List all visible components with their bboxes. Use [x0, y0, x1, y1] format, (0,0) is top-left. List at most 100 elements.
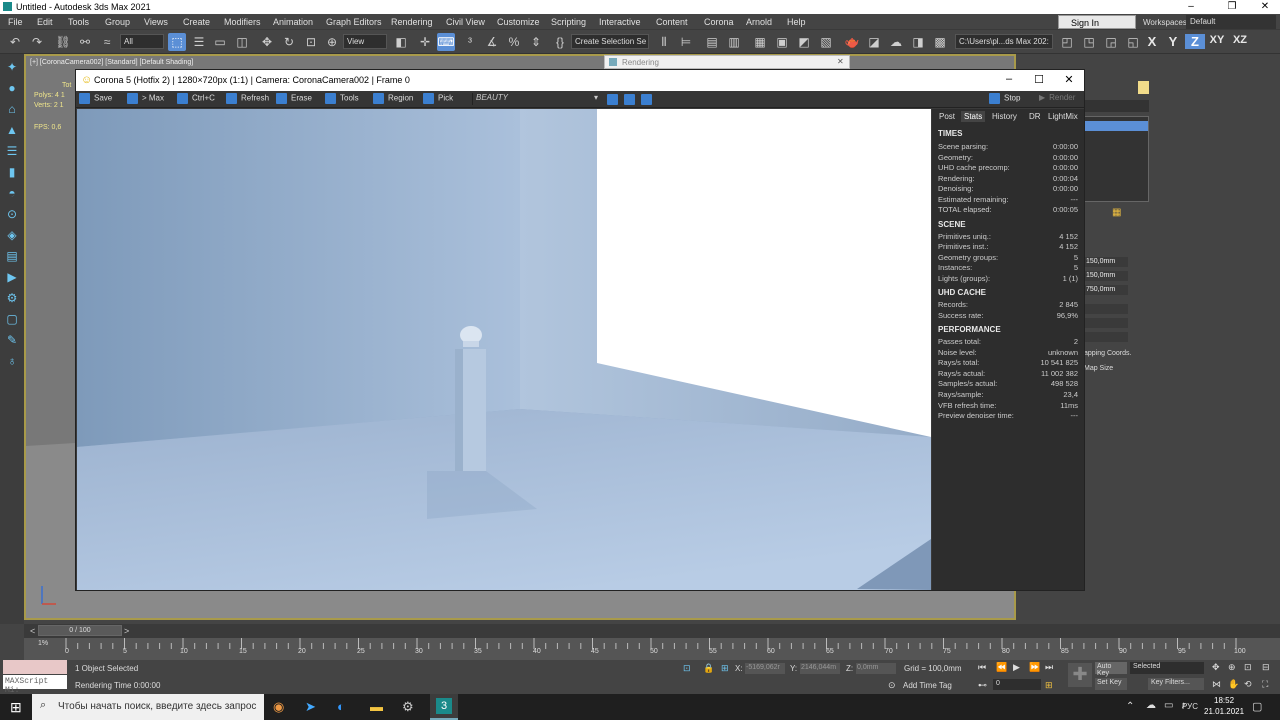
file-explorer-icon[interactable]: ▬: [370, 699, 383, 714]
time-slider[interactable]: 0 / 100: [38, 625, 122, 636]
go-to-start-icon[interactable]: ⏮: [978, 662, 986, 673]
edge-icon[interactable]: ◐: [337, 699, 345, 714]
scale-icon[interactable]: ⊡: [302, 33, 320, 51]
copy-button[interactable]: Ctrl+C: [177, 93, 215, 104]
spinner-snap-icon[interactable]: ⇕: [527, 33, 545, 51]
tab-stats[interactable]: Stats: [961, 111, 986, 122]
menu-animation[interactable]: Animation: [273, 17, 313, 27]
stop-button[interactable]: Stop: [989, 93, 1020, 104]
configure-icon[interactable]: ▦: [1112, 207, 1121, 218]
window-crossing-icon[interactable]: ◫: [233, 33, 251, 51]
render-iterative-icon[interactable]: ◨: [909, 33, 927, 51]
tab-dr[interactable]: DR: [1026, 111, 1044, 122]
3dsmax-taskbar-button[interactable]: 3: [430, 694, 458, 720]
current-frame-field[interactable]: 0: [993, 679, 1041, 690]
panel-dropdown[interactable]: [1084, 100, 1149, 112]
shapes-icon[interactable]: ▲: [4, 123, 20, 139]
maxscript-listener-output[interactable]: [3, 660, 67, 674]
render-image[interactable]: [77, 109, 931, 590]
set-key-button[interactable]: Set Key: [1095, 678, 1127, 690]
minimize-icon[interactable]: –: [1176, 0, 1206, 14]
motion-icon[interactable]: ▶: [4, 270, 20, 286]
maximize-viewport-icon[interactable]: ⛶: [1262, 679, 1268, 690]
map-size-checkbox[interactable]: Map Size: [1084, 365, 1113, 372]
rendering-close-icon[interactable]: ✕: [837, 57, 844, 66]
percent-snap-icon[interactable]: %: [505, 33, 523, 51]
menu-rendering[interactable]: Rendering: [391, 17, 433, 27]
select-object-icon[interactable]: ⬚: [168, 33, 186, 51]
tab-post[interactable]: Post: [936, 111, 958, 122]
axis-y-button[interactable]: Y: [1163, 34, 1183, 49]
mirror-icon[interactable]: ⫴: [655, 33, 673, 51]
schematic-view-icon[interactable]: ▣: [773, 33, 791, 51]
network-icon[interactable]: ☁: [1146, 700, 1156, 711]
selection-filter-select[interactable]: All: [120, 34, 164, 49]
app-icon-gear[interactable]: ⚙: [402, 699, 414, 715]
menu-scripting[interactable]: Scripting: [551, 17, 586, 27]
set-project-folder-icon[interactable]: ◰: [1058, 33, 1076, 51]
create-icon[interactable]: ✦: [4, 60, 20, 76]
display-icon[interactable]: ▤: [4, 249, 20, 265]
panel-list-selected-item[interactable]: [1085, 121, 1148, 131]
chrome-icon[interactable]: ◉: [273, 699, 284, 715]
zoom-extents-all-icon[interactable]: ⊟: [1262, 662, 1270, 673]
vfb-maximize-icon[interactable]: ☐: [1024, 73, 1054, 86]
tools-icon-2[interactable]: ◲: [1102, 33, 1120, 51]
render-element-select[interactable]: BEAUTY: [472, 93, 602, 105]
maximize-icon[interactable]: ❐: [1217, 0, 1247, 14]
key-mode-icon[interactable]: ⊷: [978, 680, 987, 691]
key-filters-button[interactable]: Key Filters...: [1148, 678, 1204, 690]
axis-x-button[interactable]: X: [1142, 34, 1162, 49]
camera-icon[interactable]: ▮: [4, 165, 20, 181]
edit-named-selection-icon[interactable]: {}: [551, 33, 569, 51]
tools-icon-3[interactable]: ◱: [1124, 33, 1142, 51]
align-icon[interactable]: ⊨: [677, 33, 695, 51]
menu-civil-view[interactable]: Civil View: [446, 17, 485, 27]
menu-content[interactable]: Content: [656, 17, 688, 27]
panel-list[interactable]: [1084, 116, 1149, 202]
auto-key-button[interactable]: Auto Key: [1095, 662, 1127, 677]
z-coordinate-field[interactable]: 0,0mm: [856, 663, 896, 674]
axis-xy-button[interactable]: XY: [1207, 34, 1227, 46]
render-setup-icon[interactable]: ▧: [817, 33, 835, 51]
taskbar-search-box[interactable]: ⌕ Чтобы начать поиск, введите здесь запр…: [32, 694, 264, 720]
pan-icon[interactable]: ✋: [1228, 679, 1239, 690]
menu-tools[interactable]: Tools: [68, 17, 89, 27]
isolate-selection-icon[interactable]: ⊡: [683, 663, 691, 674]
length-field[interactable]: 150,0mm: [1084, 257, 1128, 267]
segs-field-3[interactable]: [1084, 332, 1128, 342]
zoom-out-icon[interactable]: [624, 94, 635, 105]
mapping-coords-checkbox[interactable]: apping Coords.: [1084, 350, 1131, 357]
timeline-track[interactable]: 1% 0 5 10 15 20 25 30 35 40 45 50 55 60 …: [24, 638, 1280, 660]
tools-icon-1[interactable]: ◳: [1080, 33, 1098, 51]
tab-history[interactable]: History: [989, 111, 1020, 122]
transform-mode-icon[interactable]: ⊞: [721, 663, 729, 674]
snaps-toggle-icon[interactable]: ³: [461, 33, 479, 51]
rendering-window-tab[interactable]: Rendering ✕: [604, 55, 850, 69]
paint-icon[interactable]: ✎: [4, 333, 20, 349]
segs-field-2[interactable]: [1084, 318, 1128, 328]
height-field[interactable]: 750,0mm: [1084, 285, 1128, 295]
vfb-minimize-icon[interactable]: –: [994, 73, 1024, 85]
frame-icon[interactable]: ▢: [4, 312, 20, 328]
close-icon[interactable]: ✕: [1250, 0, 1280, 14]
link-icon[interactable]: ⛓: [54, 33, 72, 51]
a360-gallery-icon[interactable]: ▩: [931, 33, 949, 51]
notifications-icon[interactable]: ▢: [1252, 700, 1262, 713]
field-of-view-icon[interactable]: ⋈: [1212, 679, 1221, 690]
previous-frame-icon[interactable]: ⏪: [996, 662, 1007, 673]
helper-icon[interactable]: ⊙: [4, 207, 20, 223]
maxscript-input[interactable]: MAXScript Mi:: [3, 675, 67, 695]
menu-arnold[interactable]: Arnold: [746, 17, 772, 27]
project-folder-select[interactable]: C:\Users\pl...ds Max 202:: [955, 34, 1053, 49]
tools-button[interactable]: Tools: [325, 93, 359, 104]
menu-edit[interactable]: Edit: [37, 17, 53, 27]
zoom-icon[interactable]: ✥: [1212, 662, 1220, 673]
hierarchy-icon[interactable]: ⌂: [4, 102, 20, 118]
workspace-select[interactable]: Default: [1186, 15, 1276, 29]
pivot-center-icon[interactable]: ◧: [392, 33, 410, 51]
axis-z-button[interactable]: Z: [1185, 34, 1205, 49]
sphere-icon[interactable]: ●: [4, 81, 20, 97]
menu-create[interactable]: Create: [183, 17, 210, 27]
layer-explorer-icon[interactable]: ▥: [725, 33, 743, 51]
